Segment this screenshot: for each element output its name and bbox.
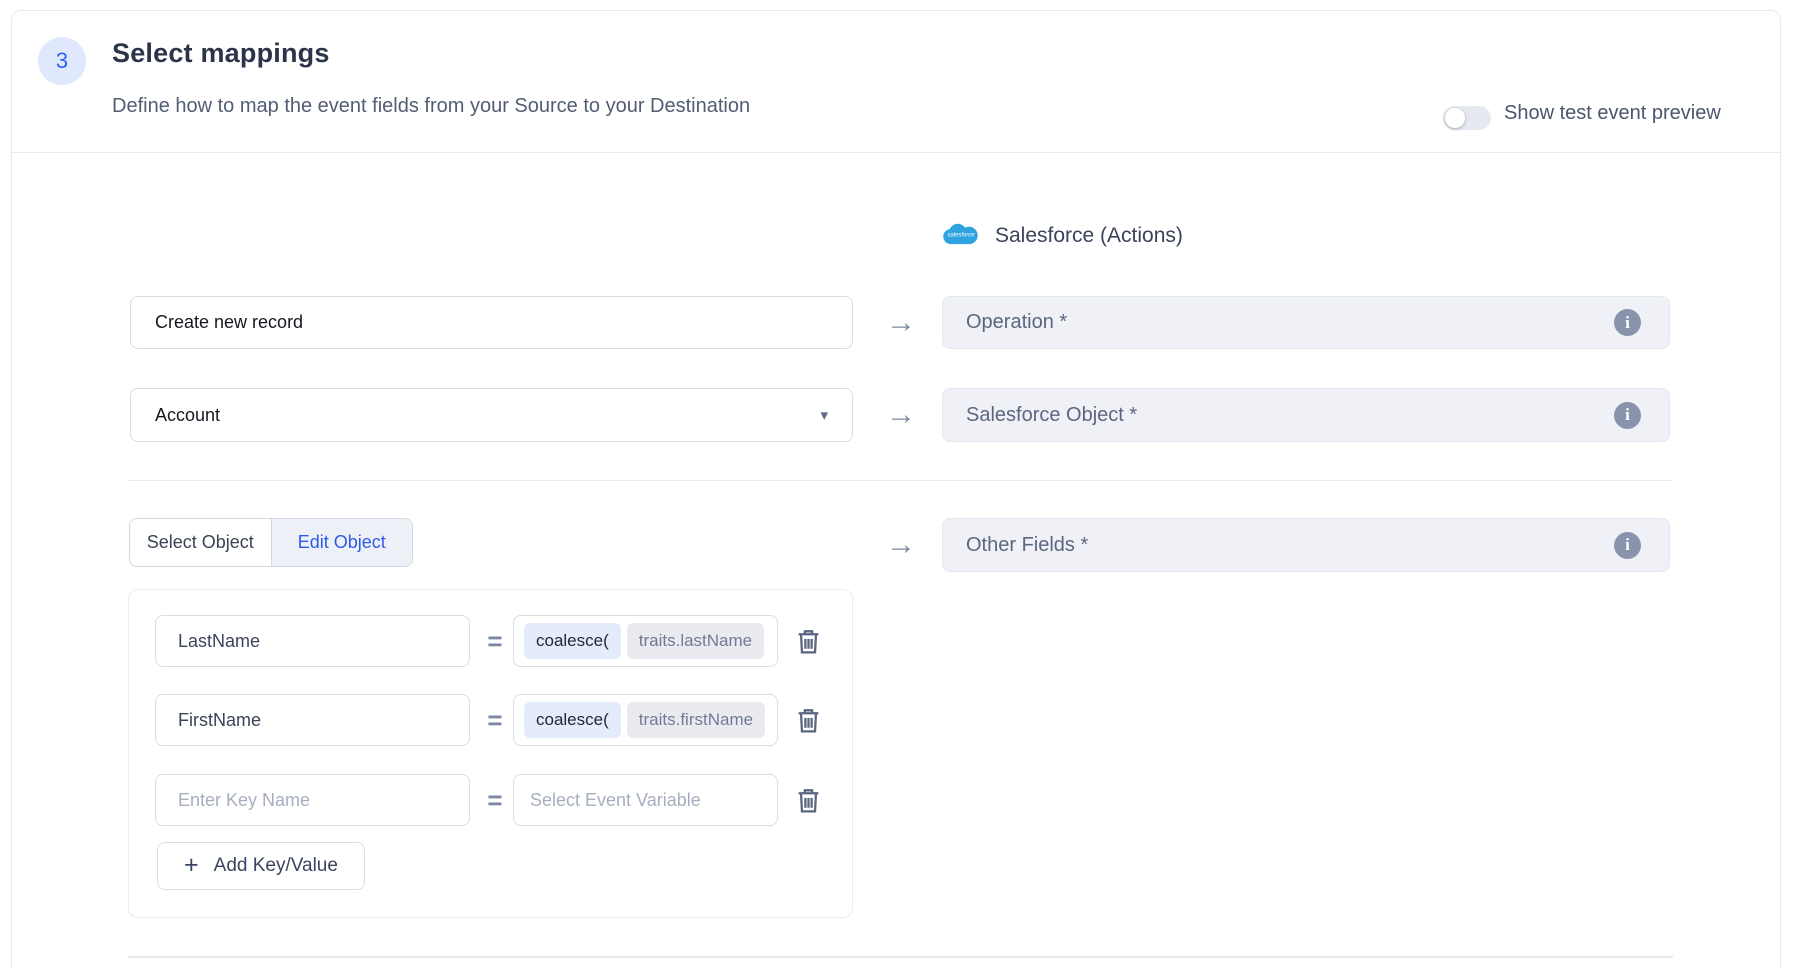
key-value-row: = coalesce( traits.firstName xyxy=(129,694,852,746)
header-divider xyxy=(12,152,1780,153)
salesforce-object-field-label: Salesforce Object * xyxy=(966,404,1137,427)
equals-icon: = xyxy=(475,615,515,667)
delete-row-button[interactable] xyxy=(789,774,827,826)
variable-chip[interactable]: traits.firstName xyxy=(627,702,765,738)
chevron-down-icon: ▾ xyxy=(820,406,828,424)
arrow-icon: → xyxy=(880,388,922,442)
plus-icon: + xyxy=(184,853,199,878)
object-select-dropdown[interactable]: Account ▾ xyxy=(130,388,853,442)
page-subtitle: Define how to map the event fields from … xyxy=(112,95,750,118)
value-expression-field[interactable]: coalesce( traits.lastName xyxy=(513,615,778,667)
step-number: 3 xyxy=(56,48,68,74)
info-icon[interactable]: i xyxy=(1614,532,1641,559)
event-variable-input[interactable] xyxy=(513,774,778,826)
function-chip[interactable]: coalesce( xyxy=(524,623,621,659)
trash-icon xyxy=(796,787,821,814)
info-icon[interactable]: i xyxy=(1614,402,1641,429)
delete-row-button[interactable] xyxy=(789,615,827,667)
trash-icon xyxy=(796,628,821,655)
add-key-value-button[interactable]: + Add Key/Value xyxy=(157,842,365,890)
info-icon[interactable]: i xyxy=(1614,309,1641,336)
object-mode-tabs: Select Object Edit Object xyxy=(129,518,413,567)
other-fields-field[interactable]: Other Fields * i xyxy=(942,518,1670,572)
mappings-page: 3 Select mappings Define how to map the … xyxy=(0,0,1793,968)
equals-icon: = xyxy=(475,774,515,826)
bottom-divider xyxy=(128,956,1673,958)
tab-edit-object[interactable]: Edit Object xyxy=(272,519,413,566)
salesforce-icon: salesforce xyxy=(941,220,981,249)
step-number-badge: 3 xyxy=(38,37,86,85)
key-value-row: = coalesce( traits.lastName xyxy=(129,615,852,667)
show-test-event-preview-toggle[interactable] xyxy=(1443,106,1491,130)
operation-field-label: Operation * xyxy=(966,311,1067,334)
delete-row-button[interactable] xyxy=(789,694,827,746)
toggle-label: Show test event preview xyxy=(1504,102,1721,125)
operation-field[interactable]: Operation * i xyxy=(942,296,1670,349)
arrow-icon: → xyxy=(880,518,922,572)
variable-chip[interactable]: traits.lastName xyxy=(627,623,764,659)
arrow-icon: → xyxy=(880,296,922,349)
key-name-input[interactable] xyxy=(155,615,470,667)
key-value-editor: = coalesce( traits.lastName = coalesce( … xyxy=(128,589,853,918)
toggle-knob xyxy=(1445,108,1465,128)
value-expression-field[interactable]: coalesce( traits.firstName xyxy=(513,694,778,746)
salesforce-object-field[interactable]: Salesforce Object * i xyxy=(942,388,1670,442)
tab-select-object[interactable]: Select Object xyxy=(130,519,272,566)
destination-name: Salesforce (Actions) xyxy=(995,224,1183,248)
action-name-input[interactable] xyxy=(130,296,853,349)
object-select-value: Account xyxy=(155,405,220,426)
other-fields-field-label: Other Fields * xyxy=(966,534,1088,557)
equals-icon: = xyxy=(475,694,515,746)
trash-icon xyxy=(796,707,821,734)
salesforce-icon-text: salesforce xyxy=(948,233,976,239)
key-value-row: = xyxy=(129,774,852,826)
key-name-input[interactable] xyxy=(155,694,470,746)
section-divider xyxy=(128,480,1673,481)
function-chip[interactable]: coalesce( xyxy=(524,702,621,738)
key-name-input[interactable] xyxy=(155,774,470,826)
page-title: Select mappings xyxy=(112,38,330,69)
add-key-value-label: Add Key/Value xyxy=(214,855,338,877)
